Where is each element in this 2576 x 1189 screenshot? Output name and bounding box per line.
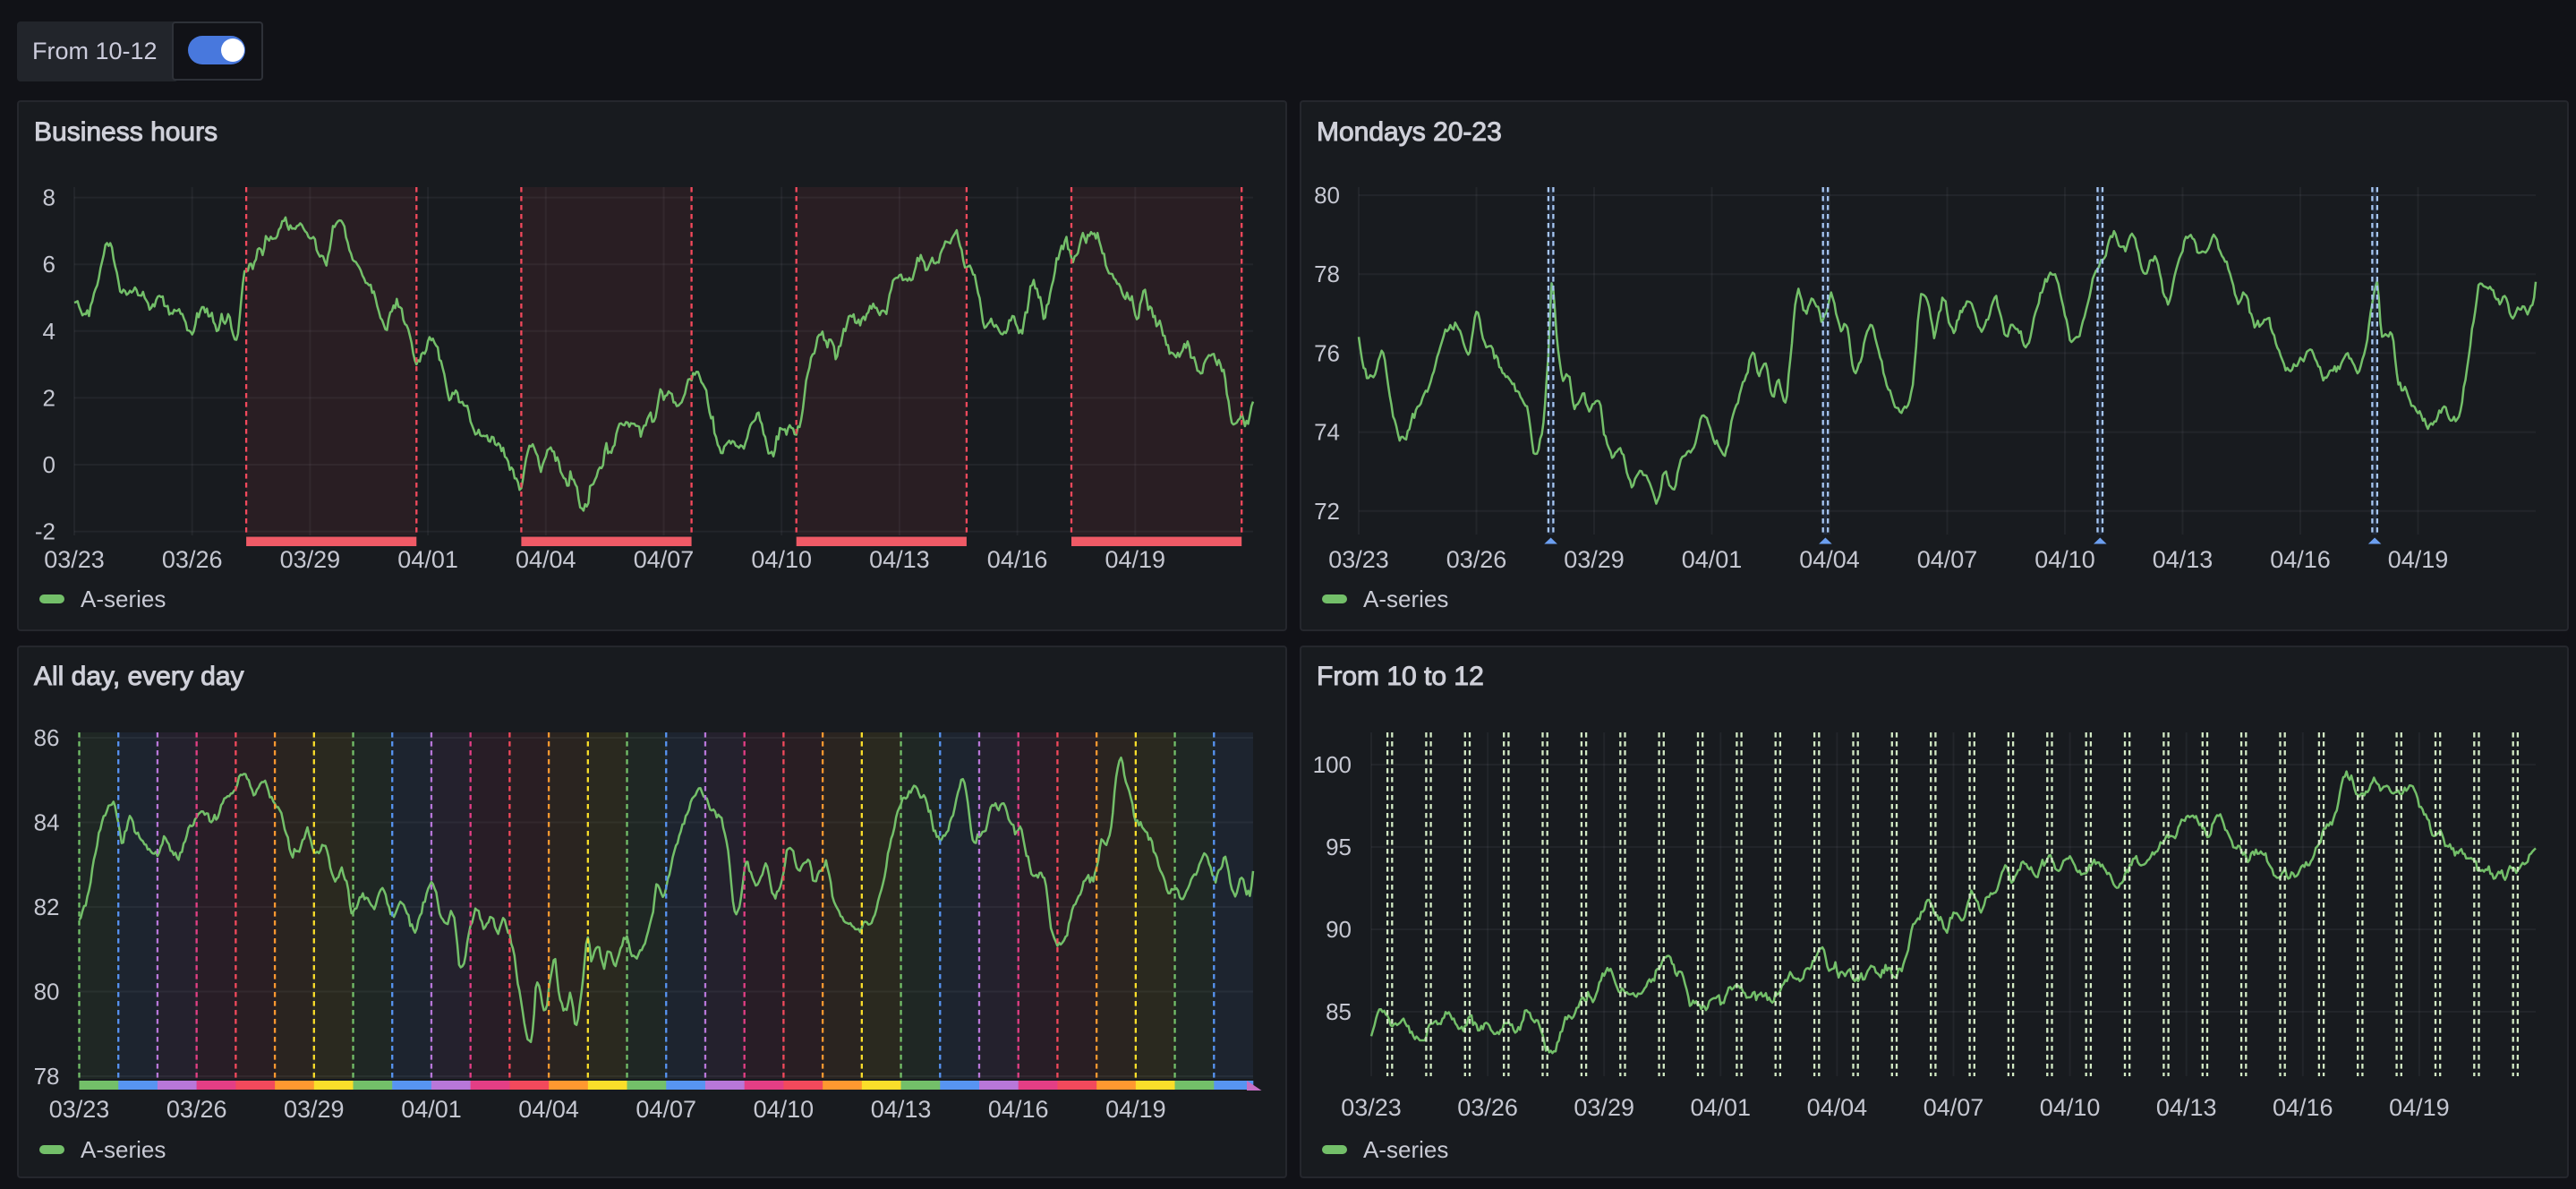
svg-text:04/16: 04/16 — [2270, 546, 2331, 573]
svg-text:Mondays 20-23: Mondays 20-23 — [1317, 117, 1502, 147]
svg-text:04/01: 04/01 — [1682, 546, 1743, 573]
svg-text:76: 76 — [1314, 339, 1340, 366]
svg-text:04/13: 04/13 — [2153, 546, 2213, 573]
svg-text:04/01: 04/01 — [397, 546, 458, 573]
svg-text:85: 85 — [1326, 998, 1352, 1025]
svg-text:4: 4 — [43, 318, 55, 345]
svg-text:04/10: 04/10 — [754, 1096, 815, 1123]
svg-text:03/23: 03/23 — [49, 1096, 110, 1123]
svg-text:04/19: 04/19 — [1105, 1096, 1166, 1123]
svg-text:78: 78 — [1314, 261, 1340, 287]
svg-text:03/23: 03/23 — [1341, 1094, 1402, 1121]
svg-text:03/26: 03/26 — [166, 1096, 227, 1123]
svg-text:A-series: A-series — [1363, 1136, 1448, 1163]
svg-text:04/04: 04/04 — [518, 1096, 579, 1123]
svg-text:04/04: 04/04 — [1799, 546, 1860, 573]
svg-text:From 10 to 12: From 10 to 12 — [1317, 662, 1484, 691]
svg-text:A-series: A-series — [81, 586, 166, 612]
svg-text:72: 72 — [1314, 498, 1340, 525]
svg-text:03/29: 03/29 — [284, 1096, 345, 1123]
svg-text:04/07: 04/07 — [634, 546, 695, 573]
svg-text:-2: -2 — [35, 518, 55, 545]
svg-text:80: 80 — [1314, 182, 1340, 209]
svg-text:04/13: 04/13 — [871, 1096, 932, 1123]
svg-text:03/23: 03/23 — [1328, 546, 1389, 573]
svg-text:86: 86 — [34, 724, 60, 751]
svg-text:Business hours: Business hours — [34, 117, 218, 147]
svg-text:03/29: 03/29 — [1564, 546, 1625, 573]
svg-text:04/19: 04/19 — [2388, 546, 2449, 573]
svg-text:A-series: A-series — [81, 1136, 166, 1163]
svg-text:03/29: 03/29 — [280, 546, 341, 573]
svg-text:100: 100 — [1313, 751, 1352, 778]
svg-text:74: 74 — [1314, 419, 1340, 446]
svg-text:04/07: 04/07 — [1917, 546, 1978, 573]
svg-text:04/19: 04/19 — [2389, 1094, 2450, 1121]
svg-text:78: 78 — [34, 1063, 60, 1090]
svg-text:All day, every day: All day, every day — [34, 662, 244, 691]
svg-text:2: 2 — [43, 384, 55, 411]
svg-text:04/10: 04/10 — [2034, 546, 2095, 573]
svg-text:04/07: 04/07 — [635, 1096, 696, 1123]
svg-text:04/10: 04/10 — [2040, 1094, 2101, 1121]
svg-text:03/26: 03/26 — [162, 546, 223, 573]
svg-text:04/16: 04/16 — [2273, 1094, 2333, 1121]
svg-text:04/01: 04/01 — [1691, 1094, 1752, 1121]
svg-text:03/26: 03/26 — [1457, 1094, 1518, 1121]
svg-text:84: 84 — [34, 809, 60, 836]
svg-text:80: 80 — [34, 979, 60, 1005]
svg-text:82: 82 — [34, 894, 60, 920]
svg-text:04/10: 04/10 — [751, 546, 812, 573]
svg-text:A-series: A-series — [1363, 586, 1448, 612]
svg-text:90: 90 — [1326, 916, 1352, 943]
svg-text:8: 8 — [43, 184, 55, 211]
svg-text:04/01: 04/01 — [401, 1096, 462, 1123]
svg-text:6: 6 — [43, 251, 55, 278]
svg-text:95: 95 — [1326, 834, 1352, 860]
svg-text:03/26: 03/26 — [1446, 546, 1507, 573]
svg-text:04/19: 04/19 — [1105, 546, 1166, 573]
svg-text:04/16: 04/16 — [987, 546, 1048, 573]
svg-text:03/29: 03/29 — [1574, 1094, 1634, 1121]
svg-text:04/16: 04/16 — [988, 1096, 1049, 1123]
svg-text:03/23: 03/23 — [44, 546, 105, 573]
svg-text:04/04: 04/04 — [516, 546, 576, 573]
svg-text:04/13: 04/13 — [869, 546, 930, 573]
svg-text:04/13: 04/13 — [2156, 1094, 2217, 1121]
svg-text:0: 0 — [43, 451, 55, 478]
svg-text:04/07: 04/07 — [1923, 1094, 1984, 1121]
svg-text:04/04: 04/04 — [1807, 1094, 1868, 1121]
